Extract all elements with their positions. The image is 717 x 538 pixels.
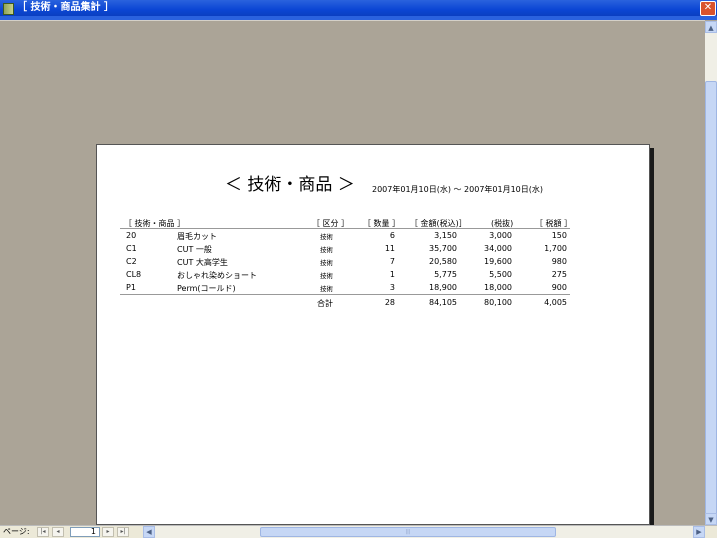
row-category: 技術 [320, 246, 333, 254]
row-code: C2 [126, 257, 137, 266]
scroll-up-button[interactable]: ▲ [705, 21, 717, 33]
scroll-down-button[interactable]: ▼ [705, 513, 717, 525]
row-name: CUT 一般 [177, 245, 212, 254]
table-row: C2 CUT 大高学生 技術 7 20,580 19,600 980 [0, 257, 717, 269]
row-amount-excl: 18,000 [484, 283, 512, 292]
table-row: CL8 おしゃれ染めショート 技術 1 5,775 5,500 275 [0, 270, 717, 282]
page-label: ページ: [3, 527, 30, 536]
total-tax: 4,005 [544, 298, 567, 307]
row-amount-incl: 5,775 [434, 270, 457, 279]
row-tax: 980 [551, 257, 567, 266]
row-qty: 3 [389, 283, 395, 292]
total-label: 合計 [317, 299, 333, 308]
row-category: 技術 [320, 259, 333, 267]
prev-page-button[interactable]: ◂ [52, 527, 64, 537]
row-name: CUT 大高学生 [177, 258, 228, 267]
window-title: ［ 技術・商品集計 ］ [17, 2, 114, 13]
row-amount-excl: 3,000 [489, 231, 512, 240]
row-tax: 900 [551, 283, 567, 292]
total-row: 合計 28 84,105 80,100 4,005 [0, 298, 717, 310]
row-amount-incl: 20,580 [429, 257, 457, 266]
row-qty: 6 [389, 231, 395, 240]
row-category: 技術 [320, 285, 333, 293]
row-name: おしゃれ染めショート [177, 271, 257, 280]
row-amount-excl: 19,600 [484, 257, 512, 266]
table-row: C1 CUT 一般 技術 11 35,700 34,000 1,700 [0, 244, 717, 256]
total-amount-incl: 84,105 [429, 298, 457, 307]
row-code: P1 [126, 283, 136, 292]
total-rule [120, 294, 570, 295]
scroll-corner [705, 526, 717, 538]
row-category: 技術 [320, 233, 333, 241]
row-qty: 11 [384, 244, 395, 253]
row-amount-excl: 34,000 [484, 244, 512, 253]
horizontal-scrollbar[interactable]: ◀ ||| ▶ [143, 526, 705, 538]
row-qty: 1 [389, 270, 395, 279]
row-amount-excl: 5,500 [489, 270, 512, 279]
row-tax: 275 [551, 270, 567, 279]
report-date-range: 2007年01月10日(水) ～ 2007年01月10日(水) [372, 185, 544, 194]
row-tax: 150 [551, 231, 567, 240]
row-amount-incl: 3,150 [434, 231, 457, 240]
total-amount-excl: 80,100 [484, 298, 512, 307]
report-page [96, 144, 650, 525]
title-bar: ［ 技術・商品集計 ］ ✕ [0, 0, 717, 16]
row-amount-incl: 35,700 [429, 244, 457, 253]
first-page-button[interactable]: |◂ [37, 527, 49, 537]
row-qty: 7 [389, 257, 395, 266]
row-name: 眉毛カット [177, 232, 217, 241]
row-amount-incl: 18,900 [429, 283, 457, 292]
status-bar: ページ: |◂ ◂ 1 ▸ ▸| ◀ ||| ▶ [0, 525, 717, 538]
report-title: ＜ 技術・商品 ＞ [225, 175, 355, 195]
close-button[interactable]: ✕ [700, 1, 716, 16]
row-code: CL8 [126, 270, 142, 279]
scroll-right-button[interactable]: ▶ [693, 526, 705, 538]
app-icon [3, 3, 14, 15]
total-qty: 28 [384, 298, 395, 307]
page-number-input[interactable]: 1 [70, 527, 100, 537]
last-page-button[interactable]: ▸| [117, 527, 129, 537]
row-name: Perm(コールド) [177, 284, 236, 293]
horizontal-scroll-thumb[interactable]: ||| [260, 527, 556, 537]
row-code: 20 [126, 231, 137, 240]
next-page-button[interactable]: ▸ [102, 527, 114, 537]
header-rule [120, 228, 570, 229]
row-category: 技術 [320, 272, 333, 280]
row-tax: 1,700 [544, 244, 567, 253]
paper-shadow [650, 148, 654, 525]
table-row: 20 眉毛カット 技術 6 3,150 3,000 150 [0, 231, 717, 243]
row-code: C1 [126, 244, 137, 253]
scroll-left-button[interactable]: ◀ [143, 526, 155, 538]
frame-divider [0, 20, 705, 21]
